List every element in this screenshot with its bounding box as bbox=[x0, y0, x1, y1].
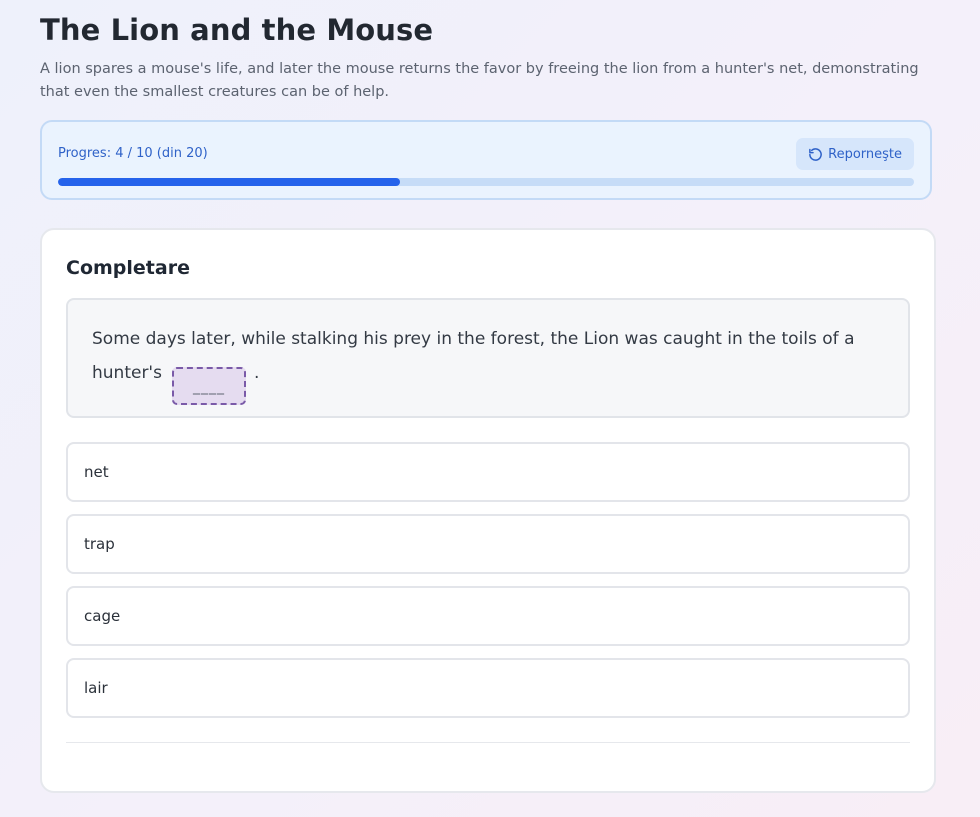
progress-label: Progres: 4 / 10 (din 20) bbox=[58, 146, 208, 161]
sentence-text-after: . bbox=[253, 363, 260, 383]
progress-panel: Progres: 4 / 10 (din 20) Reporneşte bbox=[40, 120, 932, 200]
page-title: The Lion and the Mouse bbox=[40, 13, 434, 47]
divider bbox=[66, 742, 910, 743]
lesson-header: The Lion and the Mouse A lion spares a m… bbox=[40, 12, 940, 104]
answer-option-net[interactable]: net bbox=[66, 442, 910, 502]
exercise-card: Completare Some days later, while stalki… bbox=[40, 228, 936, 793]
lesson-description: A lion spares a mouse's life, and later … bbox=[40, 61, 919, 100]
exercise-heading: Completare bbox=[66, 257, 190, 279]
answer-option-cage[interactable]: cage bbox=[66, 586, 910, 646]
sentence-box: Some days later, while stalking his prey… bbox=[66, 298, 910, 418]
progress-bar-fill bbox=[58, 178, 401, 186]
progress-bar bbox=[58, 178, 914, 186]
blank-slot[interactable]: ____ bbox=[171, 367, 246, 405]
answer-option-trap[interactable]: trap bbox=[66, 514, 910, 574]
answer-option-lair[interactable]: lair bbox=[66, 658, 910, 718]
restart-button[interactable]: Reporneşte bbox=[796, 138, 914, 170]
restart-icon bbox=[808, 147, 823, 162]
restart-button-label: Reporneşte bbox=[828, 146, 902, 162]
